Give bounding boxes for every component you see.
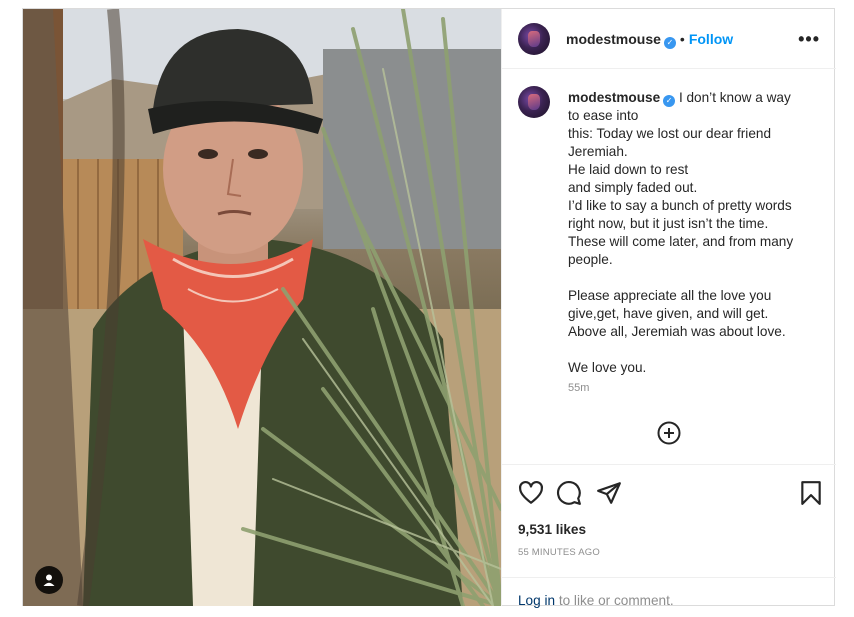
comment-icon	[557, 481, 581, 505]
more-options-icon[interactable]: •••	[798, 29, 820, 50]
post-side-panel: modestmouse ✓ • Follow ••• modestmouse ✓ I d…	[501, 9, 836, 608]
like-button[interactable]	[518, 480, 544, 506]
caption-verified-badge-icon: ✓	[663, 95, 676, 107]
login-link[interactable]: Log in	[518, 593, 555, 608]
separator-dot: •	[679, 31, 685, 47]
comment-bar: Log in to like or comment.	[502, 577, 836, 608]
likes-count[interactable]: 9,531 likes	[518, 522, 586, 537]
caption-username-link[interactable]: modestmouse	[568, 90, 660, 105]
user-tag-button[interactable]	[35, 566, 63, 594]
heart-icon	[519, 480, 543, 504]
action-bar	[502, 476, 836, 512]
header-name-row: modestmouse ✓ • Follow	[566, 31, 733, 49]
bookmark-icon	[801, 481, 821, 505]
photo-illustration	[23, 9, 501, 606]
user-tag-icon	[43, 574, 55, 586]
follow-button[interactable]: Follow	[689, 31, 733, 47]
verified-badge-icon: ✓	[663, 37, 676, 49]
post-photo[interactable]	[23, 9, 501, 606]
caption-time-ago[interactable]: 55m	[568, 382, 589, 394]
comment-prompt-text: to like or comment.	[555, 593, 674, 608]
share-icon	[597, 482, 621, 504]
username-link[interactable]: modestmouse	[566, 31, 661, 47]
caption-avatar[interactable]	[518, 86, 550, 118]
caption-section: modestmouse ✓ I don’t know a way to ease …	[502, 69, 836, 465]
avatar[interactable]	[518, 23, 550, 55]
load-more-comments-button[interactable]	[657, 421, 681, 445]
share-button[interactable]	[596, 480, 622, 506]
save-button[interactable]	[798, 480, 824, 506]
caption-text: I don’t know a way to ease into this: To…	[568, 90, 794, 375]
comment-button[interactable]	[556, 480, 582, 506]
plus-circle-icon	[657, 421, 681, 445]
instagram-post: modestmouse ✓ • Follow ••• modestmouse ✓ I d…	[22, 8, 836, 608]
post-date[interactable]: 55 MINUTES AGO	[518, 547, 600, 558]
post-header: modestmouse ✓ • Follow •••	[502, 9, 836, 69]
caption: modestmouse ✓ I don’t know a way to ease …	[568, 89, 820, 377]
